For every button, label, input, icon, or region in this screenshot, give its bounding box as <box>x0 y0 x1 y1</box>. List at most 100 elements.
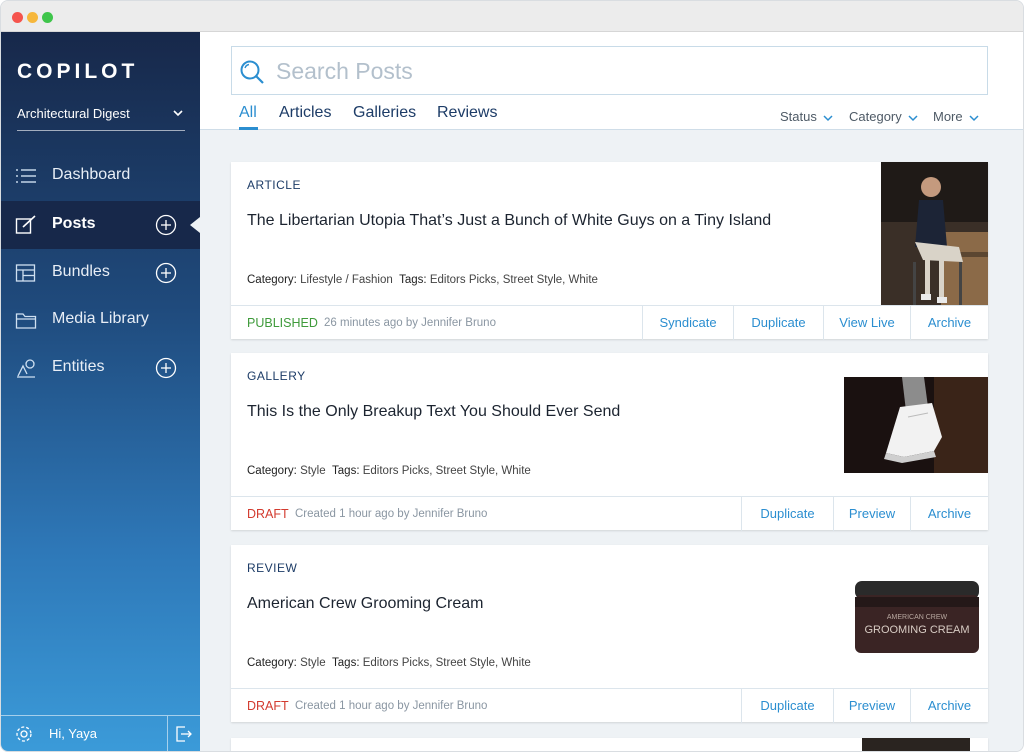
tab-all[interactable]: All <box>239 104 257 122</box>
post-type: ARTICLE <box>247 178 301 192</box>
tab-reviews[interactable]: Reviews <box>437 104 497 122</box>
preview-button[interactable]: Preview <box>833 497 910 531</box>
chevron-down-icon <box>908 115 918 121</box>
add-entity-icon[interactable] <box>155 357 177 379</box>
category-label: Category: <box>247 657 297 669</box>
brand-select[interactable]: Architectural Digest <box>17 105 185 131</box>
gear-icon[interactable] <box>15 725 33 743</box>
chevron-down-icon <box>969 115 979 121</box>
status-filter[interactable]: Status <box>780 109 833 124</box>
sidebar-footer: Hi, Yaya <box>1 715 200 751</box>
tags-label: Tags: <box>399 274 427 286</box>
syndicate-button[interactable]: Syndicate <box>642 306 733 340</box>
post-card[interactable]: GALLERY This Is the Only Breakup Text Yo… <box>231 353 988 531</box>
chevron-down-icon <box>173 110 183 117</box>
post-tags: Editors Picks, Street Style, White <box>362 657 531 669</box>
post-thumbnail[interactable] <box>844 377 988 473</box>
sidebar-item-dashboard[interactable]: Dashboard <box>1 152 200 200</box>
post-tags: Editors Picks, Street Style, White <box>429 274 598 286</box>
tab-galleries[interactable]: Galleries <box>353 104 416 122</box>
category-label: Category: <box>247 274 297 286</box>
sidebar: COPILOT Architectural Digest Dashboard P… <box>1 32 200 751</box>
sidebar-item-label: Bundles <box>52 263 110 280</box>
tags-label: Tags: <box>332 465 360 477</box>
post-title[interactable]: This Is the Only Breakup Text You Should… <box>247 403 620 421</box>
tab-articles[interactable]: Articles <box>279 104 331 122</box>
post-thumbnail[interactable]: AMERICAN CREW GROOMING CREAM <box>852 577 982 657</box>
entities-icon <box>17 359 35 378</box>
add-bundle-icon[interactable] <box>155 262 177 284</box>
preview-button[interactable]: Preview <box>833 689 910 723</box>
view-live-button[interactable]: View Live <box>823 306 910 340</box>
minimize-window-button[interactable] <box>27 12 38 23</box>
title-bar <box>1 1 1023 32</box>
duplicate-button[interactable]: Duplicate <box>741 689 833 723</box>
dashboard-icon <box>16 169 36 183</box>
category-filter-label: Category <box>849 109 902 124</box>
status-filter-label: Status <box>780 109 817 124</box>
post-title[interactable]: American Crew Grooming Cream <box>247 595 484 613</box>
post-timestamp: Created 1 hour ago by Jennifer Bruno <box>295 700 488 712</box>
active-tab-indicator <box>239 127 258 130</box>
post-tags: Editors Picks, Street Style, White <box>362 465 531 477</box>
more-filter[interactable]: More <box>933 109 979 124</box>
maximize-window-button[interactable] <box>42 12 53 23</box>
post-category: Style <box>300 465 326 477</box>
sidebar-item-posts[interactable]: Posts <box>1 201 200 249</box>
duplicate-button[interactable]: Duplicate <box>741 497 833 531</box>
sidebar-item-label: Media Library <box>52 310 149 327</box>
post-category: Lifestyle / Fashion <box>300 274 393 286</box>
post-type: REVIEW <box>247 561 298 575</box>
category-filter[interactable]: Category <box>849 109 918 124</box>
post-footer: DRAFT Created 1 hour ago by Jennifer Bru… <box>231 688 988 723</box>
sidebar-item-entities[interactable]: Entities <box>1 344 200 392</box>
post-card[interactable]: ARTICLE The Libertarian Utopia That’s Ju… <box>231 162 988 340</box>
status-badge: PUBLISHED <box>247 316 318 330</box>
sidebar-item-bundles[interactable]: Bundles <box>1 249 200 297</box>
post-card-partial[interactable] <box>231 738 988 751</box>
post-category: Style <box>300 657 326 669</box>
app-logo[interactable]: COPILOT <box>17 60 138 84</box>
post-timestamp: 26 minutes ago by Jennifer Bruno <box>324 317 496 329</box>
search-input[interactable] <box>276 56 976 86</box>
post-thumbnail[interactable] <box>881 162 988 305</box>
post-title[interactable]: The Libertarian Utopia That’s Just a Bun… <box>247 212 771 230</box>
archive-button[interactable]: Archive <box>910 497 988 531</box>
footer-divider <box>167 716 168 751</box>
search-box[interactable] <box>231 46 988 95</box>
bundles-icon <box>15 264 36 282</box>
logout-icon[interactable] <box>175 725 193 743</box>
post-meta: Category: Lifestyle / Fashion Tags: Edit… <box>247 274 598 286</box>
tags-label: Tags: <box>332 657 360 669</box>
close-window-button[interactable] <box>12 12 23 23</box>
sidebar-item-label: Posts <box>52 215 96 232</box>
post-card[interactable]: REVIEW American Crew Grooming Cream Cate… <box>231 545 988 723</box>
post-meta: Category: Style Tags: Editors Picks, Str… <box>247 465 531 477</box>
duplicate-button[interactable]: Duplicate <box>733 306 823 340</box>
user-greeting[interactable]: Hi, Yaya <box>49 726 97 741</box>
brand-select-value: Architectural Digest <box>17 106 130 121</box>
sidebar-item-label: Dashboard <box>52 166 131 183</box>
post-timestamp: Created 1 hour ago by Jennifer Bruno <box>295 508 488 520</box>
status-badge: DRAFT <box>247 699 289 713</box>
sidebar-item-label: Entities <box>52 358 105 375</box>
posts-header: All Articles Galleries Reviews Status Ca… <box>200 32 1023 130</box>
add-post-icon[interactable] <box>155 214 177 236</box>
active-indicator <box>190 217 200 233</box>
main-content: All Articles Galleries Reviews Status Ca… <box>200 32 1023 751</box>
product-label-main: GROOMING CREAM <box>864 624 969 636</box>
product-label-top: AMERICAN CREW <box>887 614 948 621</box>
post-footer: PUBLISHED 26 minutes ago by Jennifer Bru… <box>231 305 988 340</box>
chevron-down-icon <box>823 115 833 121</box>
edit-icon <box>15 215 36 234</box>
archive-button[interactable]: Archive <box>910 689 988 723</box>
search-icon <box>240 60 264 84</box>
folder-icon <box>15 313 37 329</box>
more-filter-label: More <box>933 109 963 124</box>
sidebar-item-media-library[interactable]: Media Library <box>1 296 200 344</box>
post-meta: Category: Style Tags: Editors Picks, Str… <box>247 657 531 669</box>
archive-button[interactable]: Archive <box>910 306 988 340</box>
status-badge: DRAFT <box>247 507 289 521</box>
app-window: COPILOT Architectural Digest Dashboard P… <box>0 0 1024 752</box>
post-type: GALLERY <box>247 369 306 383</box>
